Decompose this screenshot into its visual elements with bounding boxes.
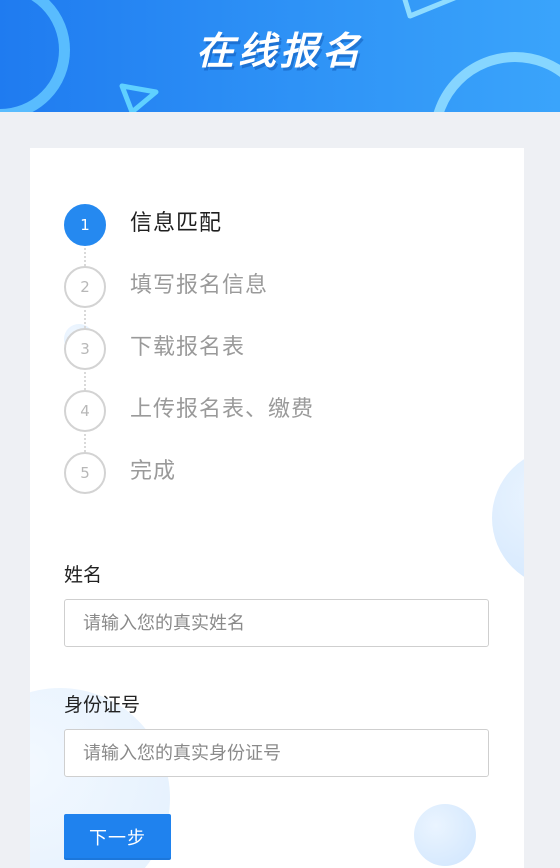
- decorative-circle: [492, 448, 524, 588]
- progress-steps: 1 信息匹配 2 填写报名信息 3 下载报名表 4 上传报名表、缴费 5 完成: [64, 204, 484, 514]
- step-number-badge: 5: [64, 452, 106, 494]
- step-item: 2 填写报名信息: [64, 266, 484, 328]
- step-label: 下载报名表: [130, 335, 246, 360]
- decorative-circle: [414, 804, 476, 866]
- step-number-badge: 4: [64, 390, 106, 432]
- step-item: 3 下载报名表: [64, 328, 484, 390]
- step-label: 上传报名表、缴费: [130, 397, 315, 422]
- decorative-triangle-icon: [402, 0, 457, 19]
- next-step-button[interactable]: 下一步: [64, 814, 171, 860]
- id-number-input[interactable]: [64, 729, 489, 777]
- name-field-label: 姓名: [64, 564, 103, 586]
- step-label: 信息匹配: [130, 211, 223, 236]
- step-item: 1 信息匹配: [64, 204, 484, 266]
- step-connector: [84, 372, 86, 390]
- step-label: 填写报名信息: [130, 273, 269, 298]
- decorative-triangle-icon: [119, 83, 159, 112]
- header-banner: 在线报名: [0, 0, 560, 112]
- step-number-badge: 1: [64, 204, 106, 246]
- step-number-badge: 3: [64, 328, 106, 370]
- step-item: 4 上传报名表、缴费: [64, 390, 484, 452]
- id-number-field-label: 身份证号: [64, 694, 141, 716]
- step-number-badge: 2: [64, 266, 106, 308]
- step-connector: [84, 248, 86, 266]
- name-input[interactable]: [64, 599, 489, 647]
- registration-card: 1 信息匹配 2 填写报名信息 3 下载报名表 4 上传报名表、缴费 5 完成 …: [30, 148, 524, 868]
- step-label: 完成: [130, 459, 177, 484]
- page-title: 在线报名: [195, 29, 364, 73]
- step-item: 5 完成: [64, 452, 484, 514]
- step-connector: [84, 434, 86, 452]
- step-connector: [84, 310, 86, 328]
